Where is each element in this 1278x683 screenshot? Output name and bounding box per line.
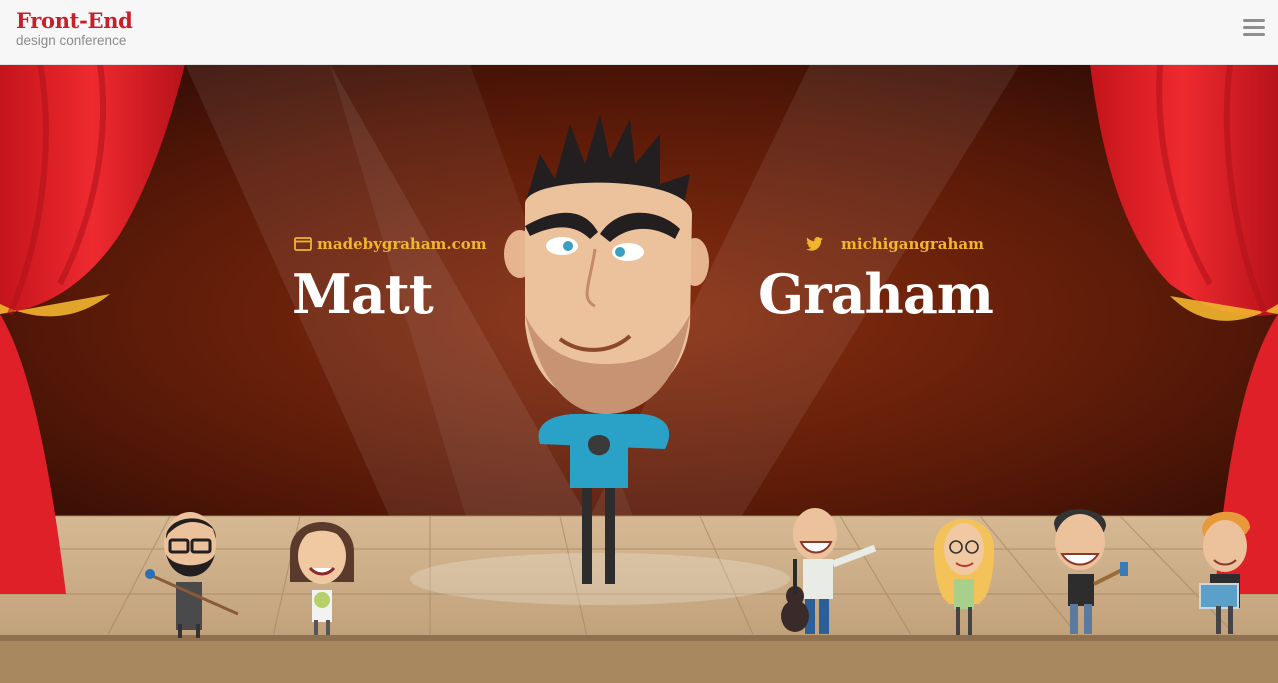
speaker-first-name: Matt xyxy=(292,262,434,326)
stage-hero: madebygraham.com michigangraham Matt Gra… xyxy=(0,64,1278,683)
character-hammer-man xyxy=(1054,509,1128,634)
speaker-caricature xyxy=(504,114,709,584)
website-label: madebygraham.com xyxy=(317,235,487,253)
character-laptop-man xyxy=(1199,511,1250,634)
top-nav-bar: Front-End design conference xyxy=(0,0,1278,65)
twitter-handle: michigangraham xyxy=(841,235,985,253)
twitter-bird-icon xyxy=(806,237,823,251)
twitter-link[interactable]: michigangraham xyxy=(806,235,984,253)
character-woman-blonde xyxy=(934,519,994,635)
brand-title: Front-End xyxy=(16,8,133,33)
browser-window-icon xyxy=(294,237,312,251)
character-painter xyxy=(145,512,239,638)
character-woman-brown-hair xyxy=(290,522,354,635)
character-guitarist xyxy=(781,508,877,634)
speaker-last-name: Graham xyxy=(758,262,994,326)
hamburger-menu-icon[interactable] xyxy=(1243,19,1265,39)
website-link[interactable]: madebygraham.com xyxy=(294,235,487,253)
brand-subtitle: design conference xyxy=(16,33,127,48)
brand-logo[interactable]: Front-End design conference xyxy=(16,8,133,48)
